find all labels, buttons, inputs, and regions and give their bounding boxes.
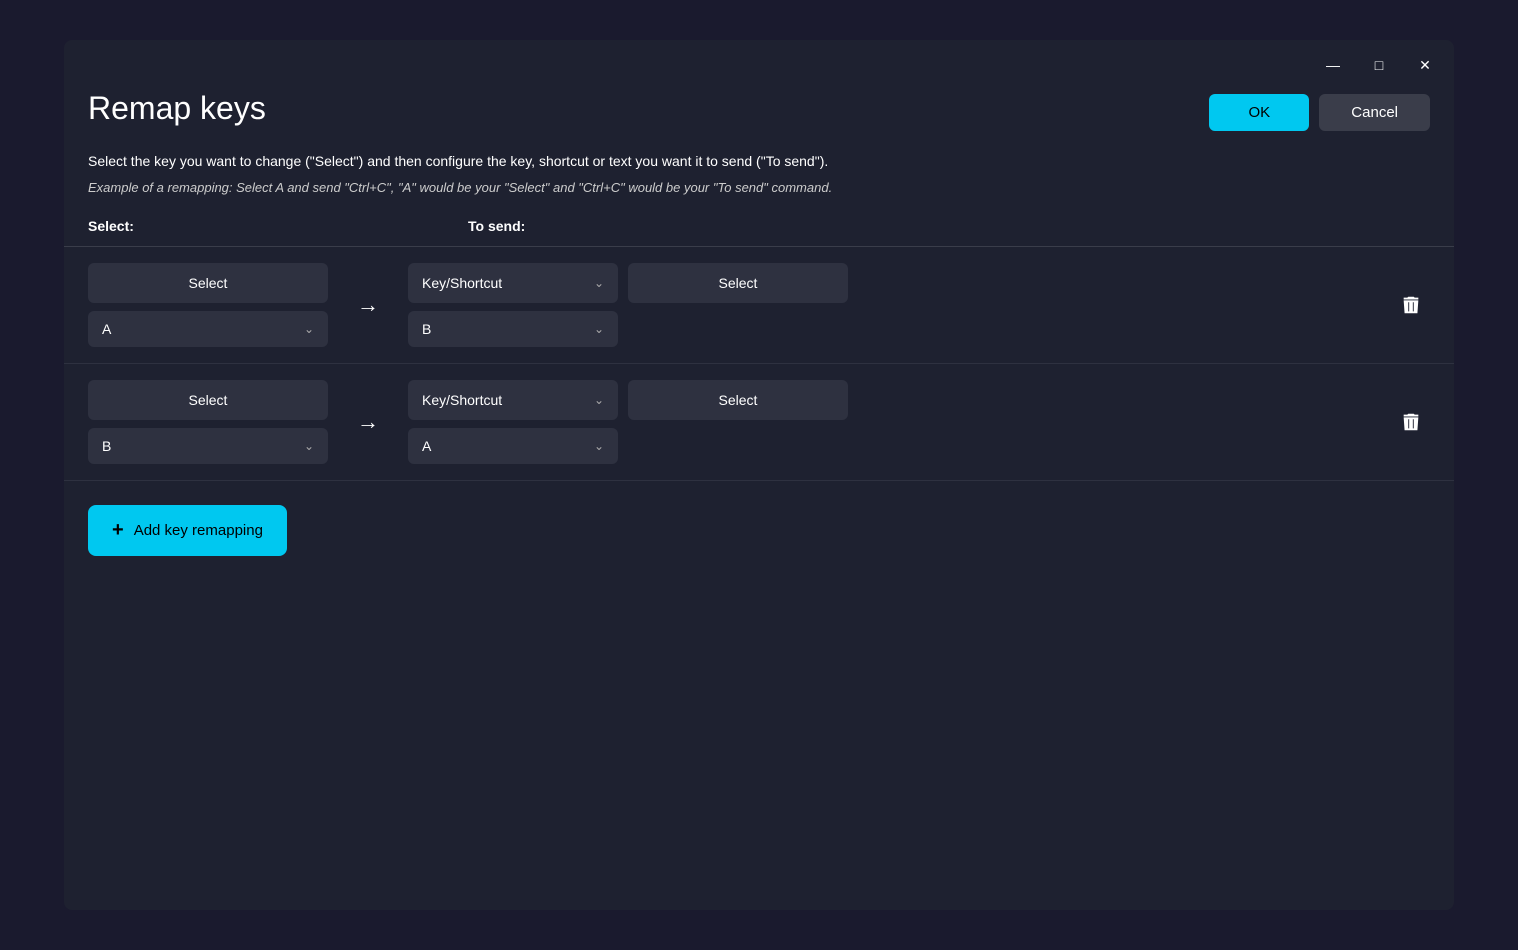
arrow-right-icon: → [357,292,379,318]
tosend-button-1[interactable]: Select [628,263,848,303]
select-dropdown-2[interactable]: B ⌄ [88,428,328,464]
select-column-label: Select: [88,218,348,234]
tosend-top-2: Key/Shortcut ⌄ Select [408,380,1370,420]
type-dropdown-2[interactable]: Key/Shortcut ⌄ [408,380,618,420]
mapping-row: Select A ⌄ → Key/Shortcut ⌄ Select [64,247,1454,364]
mapping-row: Select B ⌄ → Key/Shortcut ⌄ Select [64,364,1454,481]
remap-keys-dialog: — □ ✕ Remap keys Select the key you want… [64,40,1454,910]
arrow-1: → [328,292,408,318]
select-dropdown-1[interactable]: A ⌄ [88,311,328,347]
tosend-value-1: B [422,321,431,337]
chevron-down-icon: ⌄ [304,322,314,336]
title-section: Remap keys Select the key you want to ch… [88,90,1209,198]
tosend-value-dropdown-2[interactable]: A ⌄ [408,428,618,464]
tosend-button-2[interactable]: Select [628,380,848,420]
plus-icon: + [112,519,124,542]
chevron-down-icon: ⌄ [594,322,604,336]
dialog-title: Remap keys [88,90,1209,127]
select-button-2[interactable]: Select [88,380,328,420]
arrow-2: → [328,409,408,435]
delete-button-1[interactable] [1392,286,1430,324]
tosend-right-1: Key/Shortcut ⌄ Select B ⌄ [408,263,1370,347]
close-button[interactable]: ✕ [1410,50,1440,80]
trash-icon [1400,411,1422,433]
select-value-2: B [102,438,111,454]
select-value-1: A [102,321,111,337]
tosend-column-label: To send: [468,218,525,234]
titlebar: — □ ✕ [64,40,1454,90]
tosend-right-2: Key/Shortcut ⌄ Select A ⌄ [408,380,1370,464]
delete-button-2[interactable] [1392,403,1430,441]
select-button-1[interactable]: Select [88,263,328,303]
chevron-down-icon: ⌄ [594,439,604,453]
chevron-down-icon: ⌄ [594,276,604,290]
header-area: Remap keys Select the key you want to ch… [64,90,1454,218]
type-label-1: Key/Shortcut [422,275,502,291]
type-label-2: Key/Shortcut [422,392,502,408]
add-button-label: Add key remapping [134,522,263,539]
description-text: Select the key you want to change ("Sele… [88,151,1209,172]
trash-icon [1400,294,1422,316]
tosend-value-2: A [422,438,431,454]
mapping-section: Select A ⌄ → Key/Shortcut ⌄ Select [64,246,1454,481]
header-buttons: OK Cancel [1209,90,1430,131]
tosend-value-dropdown-1[interactable]: B ⌄ [408,311,618,347]
tosend-top-1: Key/Shortcut ⌄ Select [408,263,1370,303]
delete-area-2 [1370,403,1430,441]
cancel-button[interactable]: Cancel [1319,94,1430,131]
chevron-down-icon: ⌄ [304,439,314,453]
maximize-button[interactable]: □ [1364,50,1394,80]
minimize-button[interactable]: — [1318,50,1348,80]
add-remapping-button[interactable]: + Add key remapping [88,505,287,556]
delete-area-1 [1370,286,1430,324]
select-left-1: Select A ⌄ [88,263,328,347]
chevron-down-icon: ⌄ [594,393,604,407]
example-text: Example of a remapping: Select A and sen… [88,178,1209,198]
select-left-2: Select B ⌄ [88,380,328,464]
type-dropdown-1[interactable]: Key/Shortcut ⌄ [408,263,618,303]
arrow-right-icon: → [357,409,379,435]
ok-button[interactable]: OK [1209,94,1309,131]
column-labels: Select: To send: [64,218,1454,246]
